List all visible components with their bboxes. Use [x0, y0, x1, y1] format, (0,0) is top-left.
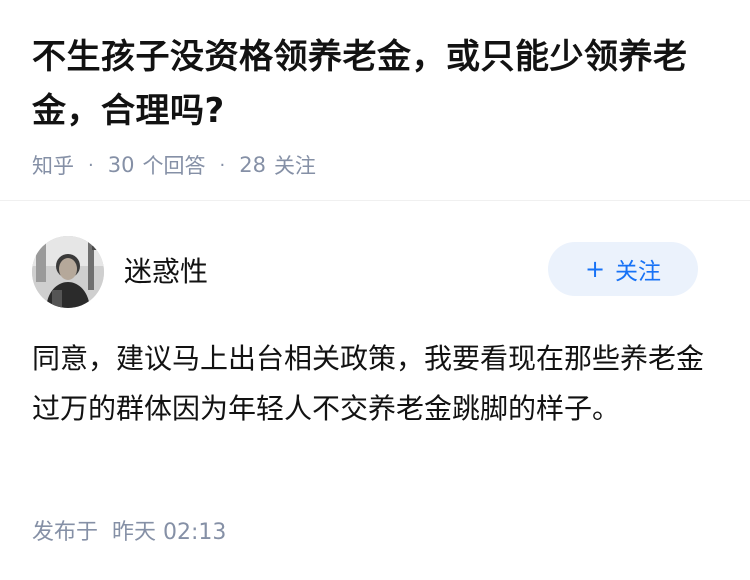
- follow-button[interactable]: + 关注: [548, 242, 698, 296]
- avatar-image: [32, 236, 104, 308]
- meta-separator: ·: [219, 154, 226, 176]
- question-meta: 知乎 · 30 个回答 · 28 关注: [32, 150, 732, 180]
- avatar[interactable]: [32, 236, 104, 308]
- follow-count-label: 关注: [273, 154, 316, 178]
- source-label[interactable]: 知乎: [32, 150, 74, 180]
- answer-count: 30: [107, 153, 135, 177]
- follow-button-label: 关注: [615, 259, 662, 285]
- meta-separator: ·: [88, 154, 94, 176]
- answer-content[interactable]: 同意，建议马上出台相关政策，我要看现在那些养老金过万的群体因为年轻人不交养老金跳…: [32, 334, 712, 434]
- author-name[interactable]: 迷惑性: [124, 250, 208, 290]
- publish-label: 发布于: [32, 520, 99, 545]
- question-title[interactable]: 不生孩子没资格领养老金，或只能少领养老金，合理吗?: [32, 30, 732, 138]
- follow-count: 28: [239, 153, 266, 177]
- plus-icon: +: [584, 255, 606, 283]
- answer-count-label: 个回答: [142, 154, 206, 178]
- question-header: 不生孩子没资格领养老金，或只能少领养老金，合理吗? 知乎 · 30 个回答 · …: [32, 30, 732, 180]
- answer-author-row: 迷惑性 + 关注: [32, 236, 698, 308]
- section-divider: [0, 200, 750, 201]
- publish-time: 昨天 02:13: [112, 520, 227, 545]
- publish-info: 发布于 昨天 02:13: [32, 514, 226, 546]
